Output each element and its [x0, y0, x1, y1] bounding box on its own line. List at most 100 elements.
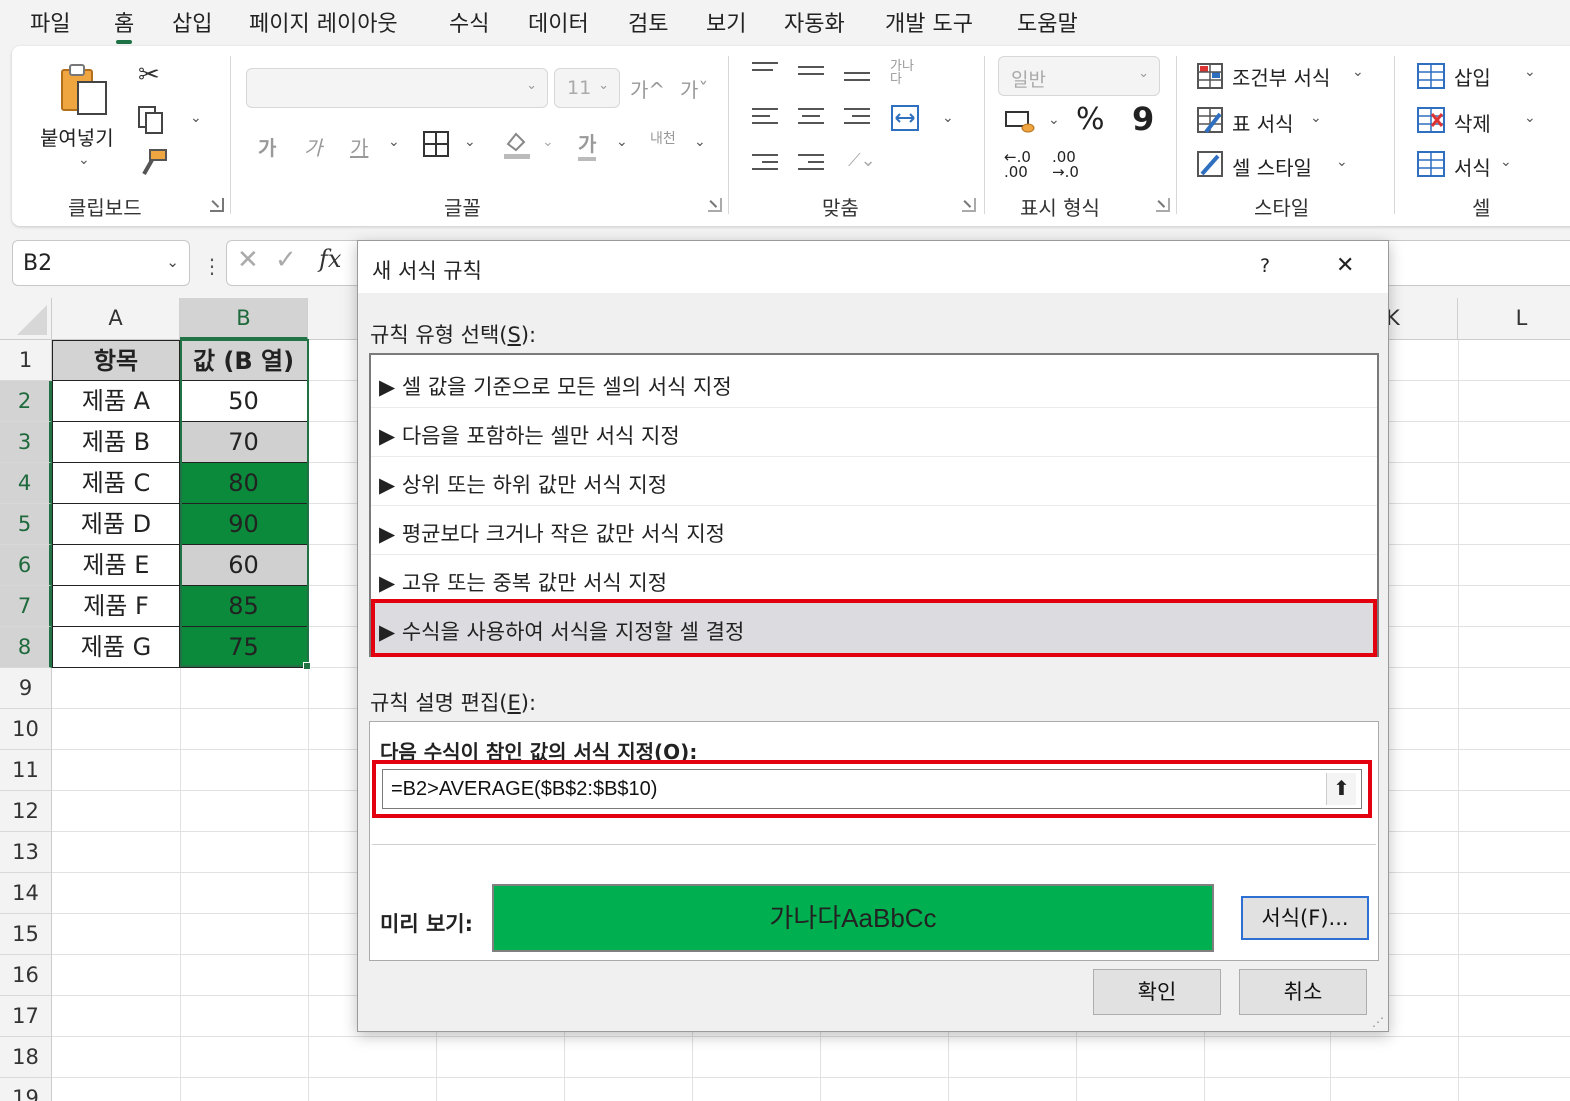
row-header[interactable]: 1	[0, 340, 52, 381]
row-header[interactable]: 17	[0, 996, 52, 1037]
name-box[interactable]: B2 ⌄	[12, 240, 190, 286]
paste-icon[interactable]	[56, 62, 112, 122]
row-header[interactable]: 18	[0, 1037, 52, 1078]
chevron-down-icon[interactable]: ⌄	[1048, 112, 1060, 128]
paste-button[interactable]: 붙여넣기	[40, 122, 114, 151]
header-cell[interactable]: 값 (B 열)	[180, 340, 308, 381]
tab-insert[interactable]: 삽입	[172, 6, 212, 38]
fill-handle[interactable]	[303, 662, 311, 670]
align-right-icon[interactable]	[844, 108, 870, 128]
format-painter-icon[interactable]	[138, 148, 168, 182]
insert-cells-button[interactable]: 삽입	[1454, 62, 1491, 91]
border-icon[interactable]	[422, 130, 450, 162]
chevron-down-icon[interactable]: ⌄	[388, 134, 400, 150]
row-header[interactable]: 2	[0, 381, 52, 422]
item-label-cell[interactable]: 제품 D	[52, 504, 180, 545]
rule-item-use-formula[interactable]: ▶ 수식을 사용하여 서식을 지정할 셀 결정	[371, 599, 1377, 657]
value-cell[interactable]: 85	[180, 586, 308, 627]
rule-item-top-bottom[interactable]: ▶ 상위 또는 하위 값만 서식 지정	[371, 457, 1377, 506]
ok-button[interactable]: 확인	[1093, 969, 1221, 1015]
delete-cells-icon[interactable]	[1416, 106, 1446, 138]
column-header-a[interactable]: A	[52, 298, 180, 340]
delete-cells-button[interactable]: 삭제	[1454, 108, 1491, 137]
select-all-button[interactable]	[0, 298, 52, 340]
font-color-button[interactable]: 가	[578, 128, 597, 161]
column-header-b[interactable]: B	[180, 298, 308, 340]
row-header[interactable]: 4	[0, 463, 52, 504]
row-header[interactable]: 11	[0, 750, 52, 791]
comma-style-button[interactable]: 9	[1132, 100, 1154, 138]
rule-item-cell-value[interactable]: ▶ 셀 값을 기준으로 모든 셀의 서식 지정	[371, 359, 1377, 408]
align-left-icon[interactable]	[752, 108, 778, 128]
chevron-down-icon[interactable]: ⌄	[78, 152, 90, 168]
text-angle-icon[interactable]: ⟋⌄	[848, 150, 876, 171]
value-cell[interactable]: 50	[180, 381, 308, 422]
increase-font-button[interactable]: 가^	[630, 74, 665, 103]
confirm-entry-icon[interactable]: ✓	[275, 245, 297, 275]
launcher-icon[interactable]	[1156, 198, 1170, 212]
accounting-format-icon[interactable]	[1004, 108, 1036, 140]
merge-center-icon[interactable]	[890, 104, 920, 136]
format-as-table-button[interactable]: 표 서식	[1232, 108, 1294, 137]
copy-icon[interactable]	[136, 104, 166, 140]
value-cell[interactable]: 90	[180, 504, 308, 545]
underline-button[interactable]: 가	[350, 132, 368, 161]
row-header[interactable]: 19	[0, 1078, 52, 1101]
row-header[interactable]: 6	[0, 545, 52, 586]
rule-type-list[interactable]: ▶ 셀 값을 기준으로 모든 셀의 서식 지정 ▶ 다음을 포함하는 셀만 서식…	[369, 353, 1379, 657]
item-label-cell[interactable]: 제품 G	[52, 627, 180, 668]
cut-icon[interactable]: ✂	[138, 60, 160, 90]
tab-file[interactable]: 파일	[30, 6, 70, 38]
launcher-icon[interactable]	[210, 198, 224, 212]
row-header[interactable]: 9	[0, 668, 52, 709]
tab-home[interactable]: 홈	[114, 6, 134, 44]
item-label-cell[interactable]: 제품 C	[52, 463, 180, 504]
increase-indent-icon[interactable]	[798, 154, 824, 174]
font-name-combo[interactable]: ⌄	[246, 68, 548, 108]
item-label-cell[interactable]: 제품 B	[52, 422, 180, 463]
row-header[interactable]: 7	[0, 586, 52, 627]
percent-style-button[interactable]: %	[1076, 102, 1105, 137]
decrease-indent-icon[interactable]	[752, 154, 778, 174]
tab-page-layout[interactable]: 페이지 레이아웃	[249, 6, 398, 38]
launcher-icon[interactable]	[708, 198, 722, 212]
tab-review[interactable]: 검토	[628, 6, 668, 38]
chevron-down-icon[interactable]: ⌄	[542, 134, 554, 150]
row-header[interactable]: 16	[0, 955, 52, 996]
format-as-table-icon[interactable]	[1196, 106, 1224, 138]
resize-grip-icon[interactable]: ⋰	[1372, 1015, 1384, 1029]
tab-developer[interactable]: 개발 도구	[885, 6, 973, 38]
cancel-entry-icon[interactable]: ✕	[237, 245, 259, 275]
collapse-dialog-icon[interactable]: ⬆	[1326, 773, 1356, 805]
value-cell[interactable]: 80	[180, 463, 308, 504]
format-button[interactable]: 서식(F)...	[1241, 896, 1369, 940]
value-cell[interactable]: 75	[180, 627, 308, 668]
conditional-format-button[interactable]: 조건부 서식	[1232, 62, 1330, 91]
row-header[interactable]: 12	[0, 791, 52, 832]
row-header[interactable]: 3	[0, 422, 52, 463]
tab-data[interactable]: 데이터	[528, 6, 589, 38]
font-size-combo[interactable]: 11 ⌄	[554, 68, 620, 108]
conditional-format-icon[interactable]	[1196, 62, 1224, 94]
chevron-down-icon[interactable]: ⌄	[942, 110, 954, 126]
more-options-icon[interactable]: ⋮	[202, 254, 222, 278]
launcher-icon[interactable]	[962, 198, 976, 212]
chevron-down-icon[interactable]: ⌄	[1310, 110, 1322, 126]
cell-styles-button[interactable]: 셀 스타일	[1232, 152, 1312, 181]
row-header[interactable]: 8	[0, 627, 52, 668]
item-label-cell[interactable]: 제품 F	[52, 586, 180, 627]
align-bottom-icon[interactable]	[844, 72, 870, 92]
rule-item-unique-duplicate[interactable]: ▶ 고유 또는 중복 값만 서식 지정	[371, 555, 1377, 604]
phonetic-button[interactable]: 내천	[650, 128, 676, 148]
chevron-down-icon[interactable]: ⌄	[1352, 64, 1364, 80]
tab-help[interactable]: 도움말	[1017, 6, 1078, 38]
fill-color-icon[interactable]	[502, 128, 532, 164]
header-cell[interactable]: 항목	[52, 340, 180, 381]
increase-decimal-button[interactable]: ←.0 .00	[1004, 150, 1038, 180]
row-header[interactable]: 13	[0, 832, 52, 873]
decrease-font-button[interactable]: 가ˇ	[680, 74, 708, 103]
chevron-down-icon[interactable]: ⌄	[1524, 110, 1536, 126]
cancel-button[interactable]: 취소	[1239, 969, 1367, 1015]
format-cells-icon[interactable]	[1416, 150, 1446, 182]
italic-button[interactable]: 가	[304, 132, 322, 161]
